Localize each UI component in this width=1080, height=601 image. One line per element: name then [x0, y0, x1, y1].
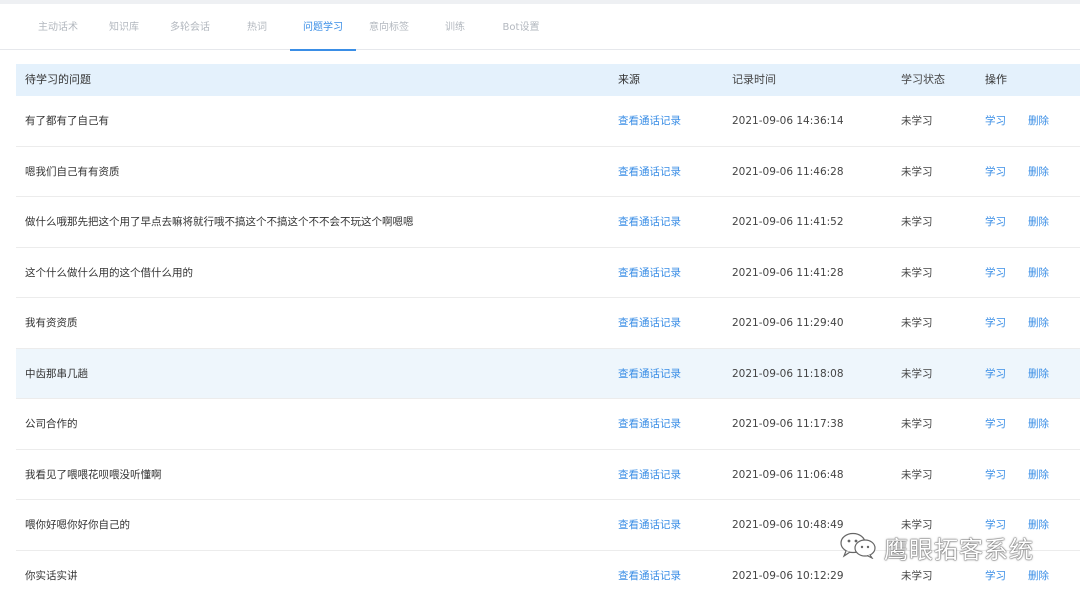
watermark-text: 鹰眼拓客系统	[884, 530, 1034, 565]
view-call-record-link[interactable]: 查看通话记录	[618, 500, 681, 550]
header-actions: 操作	[985, 64, 1007, 96]
table-header: 待学习的问题 来源 记录时间 学习状态 操作	[16, 64, 1080, 96]
learn-status: 未学习	[901, 248, 933, 298]
record-time: 2021-09-06 11:46:28	[732, 147, 844, 197]
view-call-record-link[interactable]: 查看通话记录	[618, 197, 681, 247]
view-call-record-link[interactable]: 查看通话记录	[618, 399, 681, 449]
table-row: 我看见了喂喂花呗喂没听懂啊 查看通话记录 2021-09-06 11:06:48…	[16, 450, 1080, 501]
question-text: 公司合作的	[25, 399, 78, 449]
question-text: 中齿那串几趟	[25, 349, 88, 399]
learn-button[interactable]: 学习	[985, 96, 1006, 146]
learn-status: 未学习	[901, 298, 933, 348]
record-time: 2021-09-06 11:41:28	[732, 248, 844, 298]
record-time: 2021-09-06 11:29:40	[732, 298, 844, 348]
tab-intent-tags[interactable]: 意向标签	[360, 4, 418, 50]
header-question: 待学习的问题	[25, 64, 91, 96]
question-text: 我有资资质	[25, 298, 78, 348]
learn-status: 未学习	[901, 197, 933, 247]
tab-bar: 主动话术 知识库 多轮会话 热词 问题学习 意向标签 训练 Bot设置	[0, 4, 1080, 50]
learn-button[interactable]: 学习	[985, 147, 1006, 197]
view-call-record-link[interactable]: 查看通话记录	[618, 349, 681, 399]
delete-button[interactable]: 删除	[1028, 298, 1049, 348]
delete-button[interactable]: 删除	[1028, 248, 1049, 298]
question-text: 我看见了喂喂花呗喂没听懂啊	[25, 450, 162, 500]
tab-training[interactable]: 训练	[436, 4, 474, 50]
view-call-record-link[interactable]: 查看通话记录	[618, 450, 681, 500]
learn-status: 未学习	[901, 349, 933, 399]
learn-status: 未学习	[901, 399, 933, 449]
learn-button[interactable]: 学习	[985, 349, 1006, 399]
record-time: 2021-09-06 10:48:49	[732, 500, 844, 550]
learn-button[interactable]: 学习	[985, 298, 1006, 348]
record-time: 2021-09-06 14:36:14	[732, 96, 844, 146]
learn-button[interactable]: 学习	[985, 399, 1006, 449]
view-call-record-link[interactable]: 查看通话记录	[618, 96, 681, 146]
learn-button[interactable]: 学习	[985, 197, 1006, 247]
delete-button[interactable]: 删除	[1028, 147, 1049, 197]
delete-button[interactable]: 删除	[1028, 450, 1049, 500]
tab-multi-turn[interactable]: 多轮会话	[160, 4, 220, 50]
header-source: 来源	[618, 64, 640, 96]
record-time: 2021-09-06 11:18:08	[732, 349, 844, 399]
question-table: 待学习的问题 来源 记录时间 学习状态 操作 有了都有了自己有 查看通话记录 2…	[16, 64, 1080, 601]
learn-button[interactable]: 学习	[985, 248, 1006, 298]
delete-button[interactable]: 删除	[1028, 197, 1049, 247]
learn-status: 未学习	[901, 147, 933, 197]
view-call-record-link[interactable]: 查看通话记录	[618, 147, 681, 197]
view-call-record-link[interactable]: 查看通话记录	[618, 298, 681, 348]
question-text: 嗯我们自己有有资质	[25, 147, 120, 197]
record-time: 2021-09-06 11:17:38	[732, 399, 844, 449]
delete-button[interactable]: 删除	[1028, 349, 1049, 399]
learn-status: 未学习	[901, 450, 933, 500]
tab-bot-settings[interactable]: Bot设置	[496, 4, 546, 50]
watermark: 鹰眼拓客系统	[838, 530, 1034, 564]
wechat-icon	[838, 531, 878, 563]
table-row: 做什么哦那先把这个用了早点去嘛将就行哦不搞这个不搞这个不不会不玩这个啊嗯嗯 查看…	[16, 197, 1080, 248]
header-status: 学习状态	[901, 64, 945, 96]
learn-status: 未学习	[901, 96, 933, 146]
table-row: 中齿那串几趟 查看通话记录 2021-09-06 11:18:08 未学习 学习…	[16, 349, 1080, 400]
view-call-record-link[interactable]: 查看通话记录	[618, 248, 681, 298]
tab-hot-words[interactable]: 热词	[238, 4, 276, 50]
view-call-record-link[interactable]: 查看通话记录	[618, 551, 681, 601]
table-row: 嗯我们自己有有资质 查看通话记录 2021-09-06 11:46:28 未学习…	[16, 147, 1080, 198]
record-time: 2021-09-06 11:41:52	[732, 197, 844, 247]
header-time: 记录时间	[732, 64, 776, 96]
record-time: 2021-09-06 11:06:48	[732, 450, 844, 500]
learn-button[interactable]: 学习	[985, 450, 1006, 500]
question-text: 有了都有了自己有	[25, 96, 109, 146]
question-text: 你实话实讲	[25, 551, 78, 601]
delete-button[interactable]: 删除	[1028, 399, 1049, 449]
table-row: 有了都有了自己有 查看通话记录 2021-09-06 14:36:14 未学习 …	[16, 96, 1080, 147]
record-time: 2021-09-06 10:12:29	[732, 551, 844, 601]
table-row: 我有资资质 查看通话记录 2021-09-06 11:29:40 未学习 学习 …	[16, 298, 1080, 349]
question-text: 做什么哦那先把这个用了早点去嘛将就行哦不搞这个不搞这个不不会不玩这个啊嗯嗯	[25, 197, 414, 247]
tab-question-learning[interactable]: 问题学习	[290, 4, 356, 50]
tab-knowledge-base[interactable]: 知识库	[98, 4, 150, 50]
tab-proactive-script[interactable]: 主动话术	[28, 4, 88, 50]
table-row: 这个什么做什么用的这个借什么用的 查看通话记录 2021-09-06 11:41…	[16, 248, 1080, 299]
table-row: 公司合作的 查看通话记录 2021-09-06 11:17:38 未学习 学习 …	[16, 399, 1080, 450]
question-text: 喂你好嗯你好你自己的	[25, 500, 130, 550]
question-text: 这个什么做什么用的这个借什么用的	[25, 248, 193, 298]
delete-button[interactable]: 删除	[1028, 96, 1049, 146]
